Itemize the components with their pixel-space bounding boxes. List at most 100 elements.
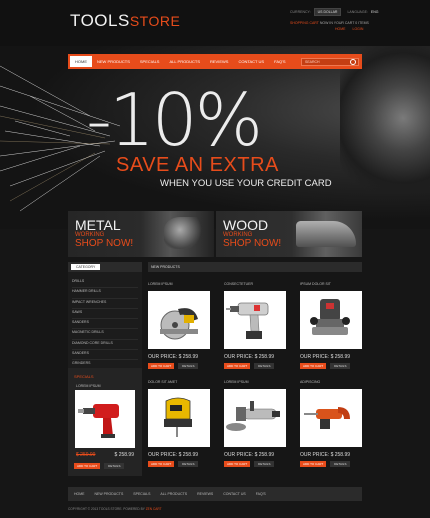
search-box[interactable]: SEARCH <box>301 57 359 66</box>
wood-working-banner[interactable]: WOOD WORKING SHOP NOW! <box>216 211 362 257</box>
header-links: HOME LOGIN <box>335 27 363 31</box>
product-image[interactable] <box>300 389 362 447</box>
specials-box: SPECIALS LOREM IPSUM $ 259.99 $ 258.99 A… <box>68 368 142 476</box>
language-label: LANGUAGE: <box>347 10 368 14</box>
details-button[interactable]: DETAILS <box>254 363 275 369</box>
hero-save-text: SAVE AN EXTRA <box>116 154 279 176</box>
details-button[interactable]: DETAILS <box>330 363 351 369</box>
product-card: IPSUM DOLOR SIT OUR PRICE: $ 258.99 ADD … <box>300 282 362 380</box>
nav-new-products[interactable]: NEW PRODUCTS <box>92 59 135 64</box>
details-button[interactable]: DETAILS <box>330 461 351 467</box>
product-card: DOLOR SIT AMET OUR PRICE: $ 258.99 ADD T… <box>148 380 210 478</box>
header-utilities: CURRENCY: US DOLLAR LANGUAGE: ENG SHOPPI… <box>290 8 379 25</box>
banner-title: WOOD <box>223 217 269 233</box>
product-card: LOREM IPSUM OUR PRICE: $ 258.99 ADD TO C… <box>148 282 210 380</box>
add-to-cart-button[interactable]: ADD TO CART <box>148 461 175 467</box>
language-select[interactable]: ENG <box>371 10 379 14</box>
special-product-name[interactable]: LOREM IPSUM <box>68 379 142 390</box>
product-name[interactable]: ADIPISCING <box>300 380 362 389</box>
price-label: OUR PRICE: <box>224 452 254 458</box>
hero-banner[interactable]: HOME NEW PRODUCTS SPECIALS ALL PRODUCTS … <box>0 46 430 229</box>
nav-reviews[interactable]: REVIEWS <box>205 59 233 64</box>
product-image[interactable] <box>148 291 210 349</box>
metal-tool-image <box>164 217 204 249</box>
category-item[interactable]: HAMMER DRILLS <box>72 288 138 299</box>
add-to-cart-button[interactable]: ADD TO CART <box>224 461 251 467</box>
product-price: $ 258.99 <box>330 354 351 360</box>
category-item[interactable]: DIAMOND CORE DRILLS <box>72 340 138 351</box>
logo-text-tools: TOOLS <box>70 11 130 30</box>
details-button[interactable]: DETAILS <box>178 363 199 369</box>
impact-wrench-image <box>78 404 119 438</box>
nav-home[interactable]: HOME <box>70 56 92 67</box>
add-to-cart-button[interactable]: ADD TO CART <box>224 363 251 369</box>
category-item[interactable]: DRILLS <box>72 278 138 289</box>
category-item[interactable]: SANDERS <box>72 350 138 361</box>
wood-plane-image <box>296 221 356 247</box>
angle-grinder-image <box>226 401 280 431</box>
footer-nav: HOME NEW PRODUCTS SPECIALS ALL PRODUCTS … <box>68 487 362 501</box>
product-image[interactable] <box>224 389 286 447</box>
product-name[interactable]: LOREM IPSUM <box>224 380 286 389</box>
shop-now-link[interactable]: SHOP NOW! <box>75 238 133 249</box>
product-name[interactable]: IPSUM DOLOR SIT <box>300 282 362 291</box>
logo[interactable]: TOOLSSTORE <box>70 11 180 31</box>
special-product-image[interactable] <box>75 390 135 448</box>
product-image[interactable] <box>224 291 286 349</box>
add-to-cart-button[interactable]: ADD TO CART <box>148 363 175 369</box>
category-item[interactable]: SANDERS <box>72 319 138 330</box>
category-item[interactable]: SAWS <box>72 309 138 320</box>
footer-link-specials[interactable]: SPECIALS <box>133 492 150 496</box>
category-item[interactable]: IMPACT WRENCHES <box>72 299 138 309</box>
add-to-cart-button[interactable]: ADD TO CART <box>74 463 101 469</box>
copyright: COPYRIGHT © 2013 TOOLS STORE. POWERED BY… <box>68 507 162 511</box>
price-label: OUR PRICE: <box>148 452 178 458</box>
product-name[interactable]: LOREM IPSUM <box>148 282 210 291</box>
specials-title: SPECIALS <box>74 374 94 379</box>
category-box: CATEGORY DRILLS HAMMER DRILLS IMPACT WRE… <box>68 262 142 375</box>
header: TOOLSSTORE CURRENCY: US DOLLAR LANGUAGE:… <box>0 0 430 46</box>
product-price: $ 258.99 <box>254 354 275 360</box>
footer-link-home[interactable]: HOME <box>74 492 85 496</box>
footer-link-contact-us[interactable]: CONTACT US <box>223 492 245 496</box>
powered-by-link[interactable]: ZEN CART <box>146 507 162 511</box>
currency-select[interactable]: US DOLLAR <box>313 8 342 16</box>
header-link-home[interactable]: HOME <box>335 27 346 31</box>
details-button[interactable]: DETAILS <box>254 461 275 467</box>
logo-text-store: STORE <box>129 13 181 29</box>
shopping-cart-link[interactable]: SHOPPING CART <box>290 21 319 25</box>
product-price: $ 258.99 <box>178 452 199 458</box>
product-name[interactable]: CONSECTETUER <box>224 282 286 291</box>
category-item[interactable]: MAGNETIC DRILLS <box>72 329 138 340</box>
search-input[interactable]: SEARCH <box>302 60 350 64</box>
cart-status: NOW IN YOUR CART 0 ITEMS <box>319 21 369 25</box>
footer-link-faqs[interactable]: FAQ'S <box>256 492 266 496</box>
metal-working-banner[interactable]: METAL WORKING SHOP NOW! <box>68 211 214 257</box>
footer-link-reviews[interactable]: REVIEWS <box>197 492 213 496</box>
category-title: CATEGORY <box>71 264 101 270</box>
add-to-cart-button[interactable]: ADD TO CART <box>300 363 327 369</box>
shop-now-link[interactable]: SHOP NOW! <box>223 238 281 249</box>
nav-all-products[interactable]: ALL PRODUCTS <box>164 59 205 64</box>
product-image[interactable] <box>300 291 362 349</box>
footer-link-new-products[interactable]: NEW PRODUCTS <box>95 492 124 496</box>
special-new-price: $ 258.99 <box>114 452 134 458</box>
banner-title: METAL <box>75 217 121 233</box>
details-button[interactable]: DETAILS <box>178 461 199 467</box>
search-icon[interactable] <box>350 58 356 65</box>
product-name[interactable]: DOLOR SIT AMET <box>148 380 210 389</box>
grinder-image <box>340 46 430 206</box>
nav-specials[interactable]: SPECIALS <box>135 59 165 64</box>
header-link-login[interactable]: LOGIN <box>353 27 364 31</box>
nav-faqs[interactable]: FAQ'S <box>269 59 290 64</box>
footer-link-all-products[interactable]: ALL PRODUCTS <box>160 492 187 496</box>
add-to-cart-button[interactable]: ADD TO CART <box>300 461 327 467</box>
price-label: OUR PRICE: <box>224 354 254 360</box>
copyright-text: COPYRIGHT © 2013 TOOLS STORE. POWERED BY <box>68 507 145 511</box>
product-image[interactable] <box>148 389 210 447</box>
hero-credit-card-text: WHEN YOU USE YOUR CREDIT CARD <box>160 178 332 189</box>
details-button[interactable]: DETAILS <box>104 463 125 469</box>
cordless-drill-image <box>226 302 269 339</box>
nav-contact-us[interactable]: CONTACT US <box>233 59 269 64</box>
new-products-section: NEW PRODUCTS LOREM IPSUM OUR PRICE: $ 25… <box>148 262 362 467</box>
